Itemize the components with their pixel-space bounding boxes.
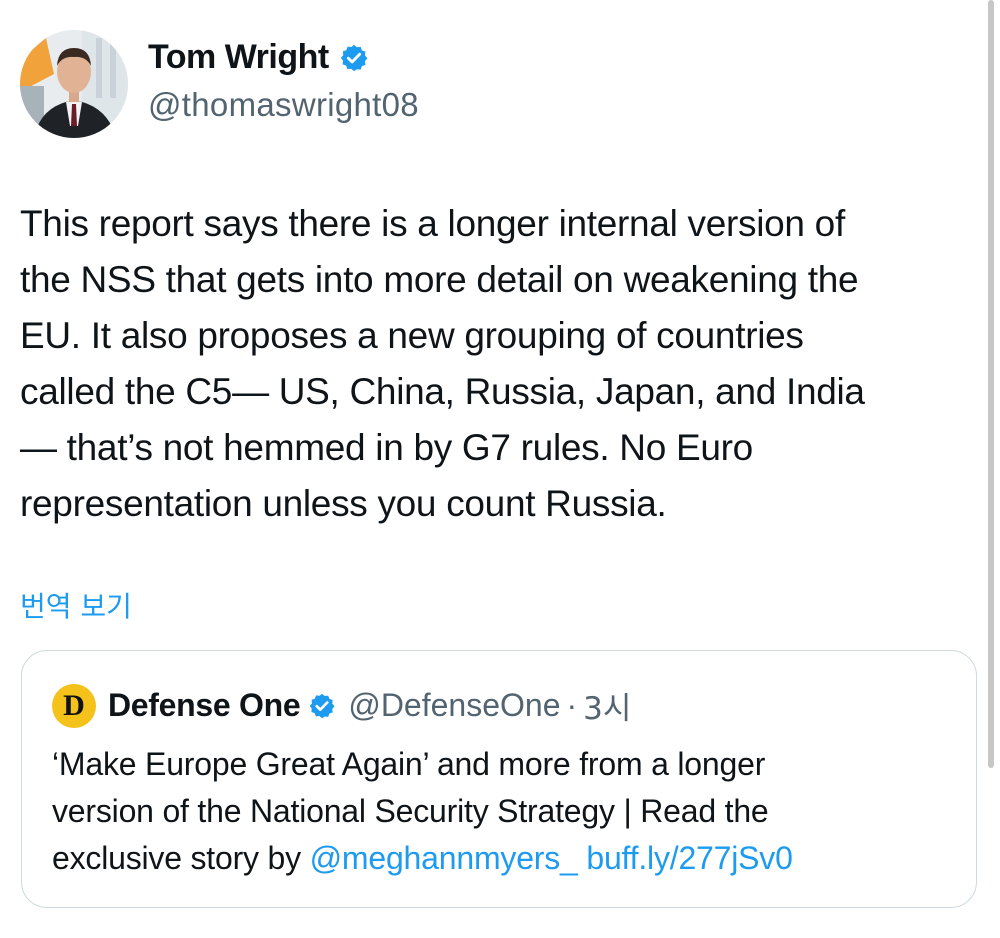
quoted-text-prefix: exclusive story by (52, 840, 310, 876)
quoted-text-line: exclusive story by @meghannmyers_ buff.l… (52, 835, 952, 882)
quoted-author-handle[interactable]: @DefenseOne (348, 687, 560, 724)
mention-link[interactable]: @meghannmyers_ (310, 840, 578, 876)
quoted-tweet-text: ‘Make Europe Great Again’ and more from … (52, 741, 952, 882)
scrollbar[interactable] (988, 0, 994, 768)
defense-one-logo-icon: D (52, 683, 96, 728)
separator-dot: · (566, 687, 578, 723)
quoted-tweet-card[interactable]: D Defense One @DefenseOne · 3시 ‘Make Eur… (21, 650, 977, 908)
tweet-text: This report says there is a longer inter… (20, 203, 865, 524)
quoted-text-line: version of the National Security Strateg… (52, 793, 769, 829)
translate-link[interactable]: 번역 보기 (20, 585, 132, 625)
quoted-author-name[interactable]: Defense One (108, 687, 301, 724)
author-handle[interactable]: @thomaswright08 (148, 86, 419, 124)
quoted-text-line: ‘Make Europe Great Again’ and more from … (52, 746, 766, 782)
verified-badge-icon (339, 43, 369, 73)
quoted-timestamp[interactable]: 3시 (583, 683, 631, 728)
avatar[interactable] (20, 30, 128, 138)
profile-photo (20, 30, 128, 138)
quoted-tweet-header: D Defense One @DefenseOne · 3시 (52, 683, 631, 728)
url-link[interactable]: buff.ly/277jSv0 (586, 840, 793, 876)
verified-badge-icon (308, 692, 336, 720)
author-row: Tom Wright (148, 38, 369, 77)
author-name[interactable]: Tom Wright (148, 38, 329, 77)
